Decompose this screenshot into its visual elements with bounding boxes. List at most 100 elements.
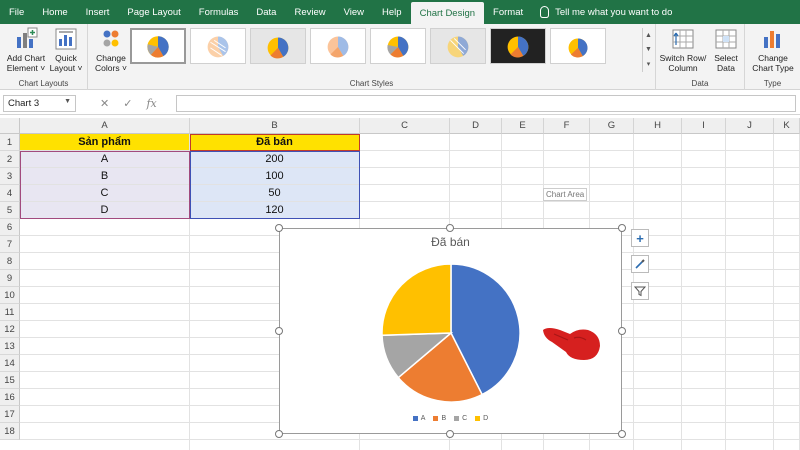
- tab-data[interactable]: Data: [247, 0, 285, 24]
- cell-sold[interactable]: 200: [190, 151, 359, 167]
- row-header-11[interactable]: 11: [0, 304, 20, 321]
- chart-legend[interactable]: A B C D: [280, 415, 621, 422]
- resize-handle-top-left[interactable]: [275, 224, 283, 232]
- chart-style-5[interactable]: [370, 28, 426, 64]
- column-header-f[interactable]: F: [544, 118, 590, 134]
- chart-filters-button[interactable]: [631, 282, 649, 300]
- resize-handle-left[interactable]: [275, 327, 283, 335]
- column-header-i[interactable]: I: [682, 118, 726, 134]
- ribbon: Add Chart Element ˅ Quick Layout ˅ Chart…: [0, 24, 800, 90]
- column-header-j[interactable]: J: [726, 118, 774, 134]
- tab-chart-design[interactable]: Chart Design: [410, 2, 485, 24]
- chart-style-7[interactable]: [490, 28, 546, 64]
- add-chart-element-button[interactable]: Add Chart Element ˅: [4, 27, 48, 73]
- row-header-3[interactable]: 3: [0, 168, 20, 185]
- cell-product[interactable]: B: [20, 168, 189, 184]
- chart-style-2[interactable]: [190, 28, 246, 64]
- tab-formulas[interactable]: Formulas: [190, 0, 248, 24]
- chart-style-6[interactable]: [430, 28, 486, 64]
- row-header-6[interactable]: 6: [0, 219, 20, 236]
- resize-handle-bottom[interactable]: [446, 430, 454, 438]
- row-header-9[interactable]: 9: [0, 270, 20, 287]
- fx-icon[interactable]: fx: [146, 97, 156, 110]
- legend-entry-c[interactable]: C: [454, 415, 467, 422]
- chart-styles-group-label: Chart Styles: [349, 79, 394, 88]
- cell-sold[interactable]: 50: [190, 185, 359, 201]
- row-header-1[interactable]: 1: [0, 134, 20, 151]
- switch-row-column-button[interactable]: Switch Row/ Column: [658, 27, 708, 73]
- resize-handle-top[interactable]: [446, 224, 454, 232]
- select-all-corner[interactable]: [0, 118, 20, 134]
- cell-product[interactable]: D: [20, 202, 189, 218]
- row-header-4[interactable]: 4: [0, 185, 20, 202]
- tell-me-box[interactable]: Tell me what you want to do: [532, 0, 672, 24]
- excel-window: File Home Insert Page Layout Formulas Da…: [0, 0, 800, 450]
- enter-icon[interactable]: ✓: [123, 97, 132, 110]
- row-header-14[interactable]: 14: [0, 355, 20, 372]
- legend-entry-d[interactable]: D: [475, 415, 488, 422]
- tab-help[interactable]: Help: [373, 0, 411, 24]
- pie-slice-d[interactable]: [381, 263, 452, 337]
- tab-file[interactable]: File: [0, 0, 33, 24]
- chart-style-4[interactable]: [310, 28, 366, 64]
- header-cell-sold[interactable]: Đã bán: [190, 134, 359, 150]
- chart-style-1[interactable]: [130, 28, 186, 64]
- select-data-label: Select Data: [714, 53, 738, 73]
- resize-handle-top-right[interactable]: [618, 224, 626, 232]
- cell-sold[interactable]: 100: [190, 168, 359, 184]
- change-chart-type-button[interactable]: Change Chart Type: [749, 27, 797, 73]
- resize-handle-bottom-left[interactable]: [275, 430, 283, 438]
- grid-row-line: [20, 439, 800, 440]
- chart-style-8[interactable]: [550, 28, 606, 64]
- row-header-2[interactable]: 2: [0, 151, 20, 168]
- column-header-k[interactable]: K: [774, 118, 800, 134]
- row-header-5[interactable]: 5: [0, 202, 20, 219]
- legend-entry-b[interactable]: B: [433, 415, 446, 422]
- row-header-13[interactable]: 13: [0, 338, 20, 355]
- scroll-up-icon[interactable]: ▲: [645, 32, 652, 39]
- legend-entry-a[interactable]: A: [412, 415, 425, 422]
- row-header-18[interactable]: 18: [0, 423, 20, 440]
- name-box-dropdown-icon[interactable]: ▼: [64, 98, 71, 105]
- cell-product[interactable]: C: [20, 185, 189, 201]
- row-header-7[interactable]: 7: [0, 236, 20, 253]
- column-header-e[interactable]: E: [502, 118, 544, 134]
- formula-input[interactable]: [176, 95, 796, 112]
- tab-view[interactable]: View: [335, 0, 373, 24]
- row-header-15[interactable]: 15: [0, 372, 20, 389]
- cell-sold[interactable]: 120: [190, 202, 359, 218]
- change-colors-button[interactable]: Change Colors ˅: [92, 27, 130, 73]
- tab-insert[interactable]: Insert: [77, 0, 119, 24]
- chart-styles-button[interactable]: [631, 255, 649, 273]
- column-header-a[interactable]: A: [20, 118, 190, 134]
- quick-layout-button[interactable]: Quick Layout ˅: [46, 27, 86, 73]
- row-header-8[interactable]: 8: [0, 253, 20, 270]
- select-data-button[interactable]: Select Data: [710, 27, 742, 73]
- row-header-17[interactable]: 17: [0, 406, 20, 423]
- row-header-12[interactable]: 12: [0, 321, 20, 338]
- legend-swatch: [412, 416, 418, 421]
- cancel-icon[interactable]: ✕: [100, 97, 109, 110]
- column-header-d[interactable]: D: [450, 118, 502, 134]
- more-styles-icon[interactable]: ▾: [647, 60, 651, 68]
- chart-styles-gallery: [130, 28, 640, 72]
- tab-home[interactable]: Home: [33, 0, 76, 24]
- column-header-c[interactable]: C: [360, 118, 450, 134]
- cell-product[interactable]: A: [20, 151, 189, 167]
- column-header-h[interactable]: H: [634, 118, 682, 134]
- resize-handle-right[interactable]: [618, 327, 626, 335]
- scroll-down-icon[interactable]: ▼: [645, 46, 652, 53]
- gallery-scroll[interactable]: ▲ ▼ ▾: [642, 28, 654, 72]
- chart-style-3[interactable]: [250, 28, 306, 64]
- tab-page-layout[interactable]: Page Layout: [118, 0, 189, 24]
- chart-elements-button[interactable]: +: [631, 229, 649, 247]
- row-header-10[interactable]: 10: [0, 287, 20, 304]
- row-header-16[interactable]: 16: [0, 389, 20, 406]
- tab-review[interactable]: Review: [285, 0, 334, 24]
- name-box[interactable]: Chart 3 ▼: [3, 95, 76, 112]
- header-cell-product[interactable]: Sản phẩm: [20, 134, 189, 150]
- column-header-b[interactable]: B: [190, 118, 360, 134]
- column-header-g[interactable]: G: [590, 118, 634, 134]
- resize-handle-bottom-right[interactable]: [618, 430, 626, 438]
- tab-format[interactable]: Format: [484, 0, 532, 24]
